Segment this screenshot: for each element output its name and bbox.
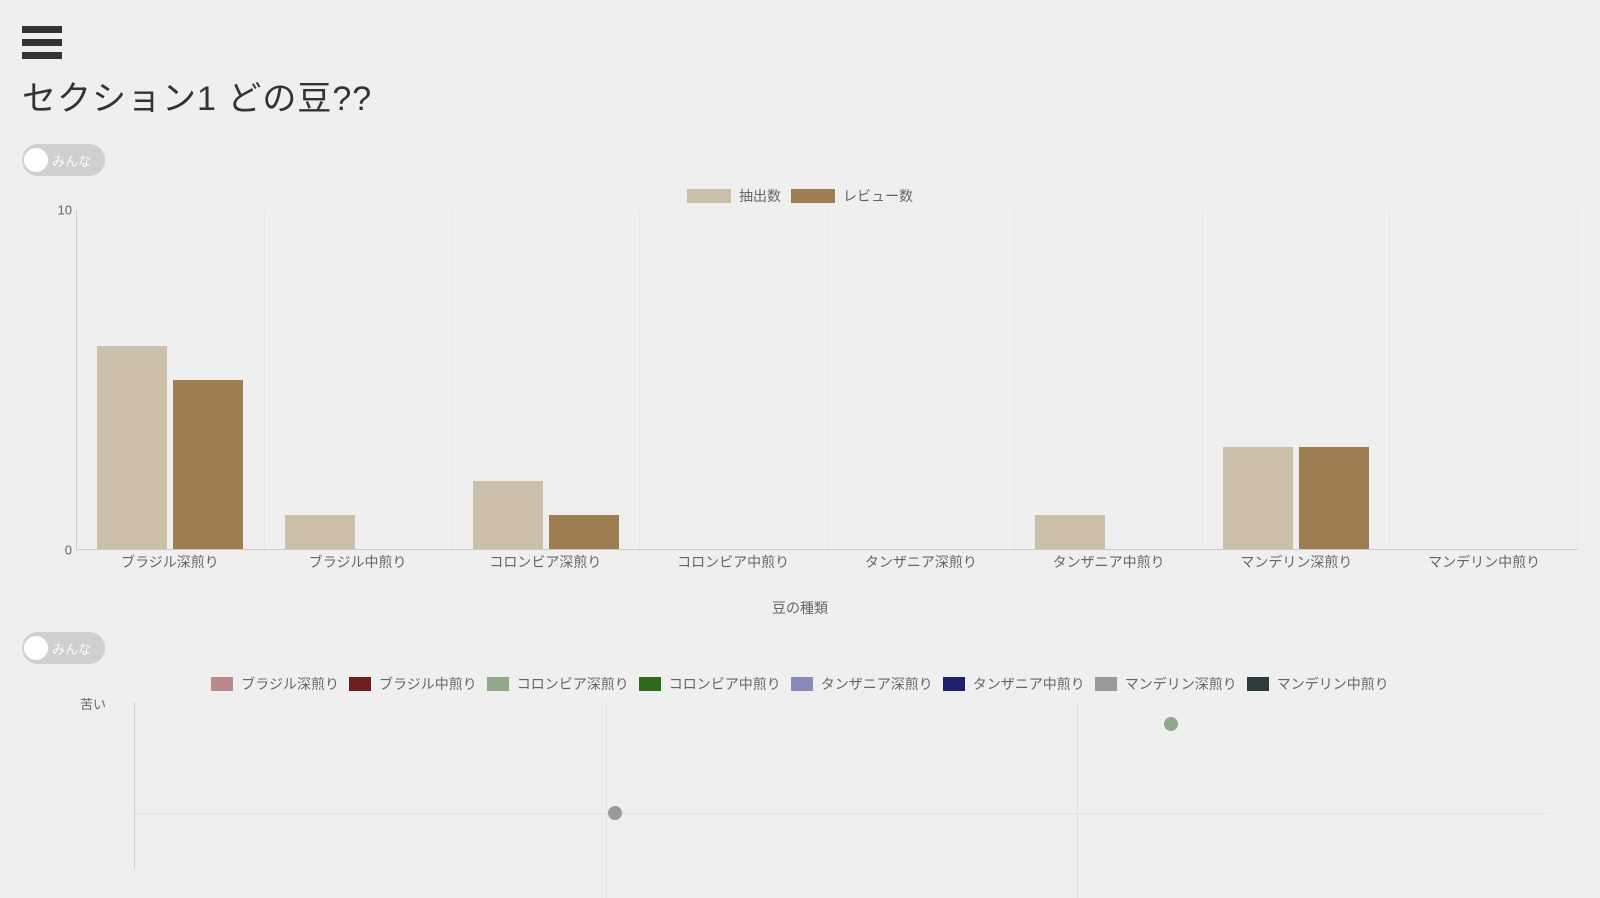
legend-item[interactable]: ブラジル中煎り xyxy=(349,674,477,694)
scatter-chart-plot-area xyxy=(134,702,1548,868)
legend-swatch xyxy=(943,677,965,691)
legend-label: タンザニア中煎り xyxy=(973,674,1085,694)
bar-chart-legend: 抽出数 レビュー数 xyxy=(22,186,1578,206)
legend-label: ブラジル中煎り xyxy=(379,674,477,694)
legend-item[interactable]: コロンビア深煎り xyxy=(487,674,629,694)
legend-label: コロンビア中煎り xyxy=(669,674,781,694)
legend-swatch xyxy=(791,189,835,203)
legend-swatch xyxy=(791,677,813,691)
legend-swatch xyxy=(211,677,233,691)
toggle-knob xyxy=(24,636,48,660)
legend-label: ブラジル深煎り xyxy=(241,674,339,694)
bar-category-column xyxy=(452,210,640,549)
scatter-chart-legend: ブラジル深煎り ブラジル中煎り コロンビア深煎り コロンビア中煎り タンザニア深煎り タン… xyxy=(22,674,1578,694)
legend-label: コロンビア深煎り xyxy=(517,674,629,694)
legend-swatch xyxy=(1095,677,1117,691)
legend-label: レビュー数 xyxy=(843,186,913,206)
legend-label: 抽出数 xyxy=(739,186,781,206)
legend-item[interactable]: コロンビア中煎り xyxy=(639,674,781,694)
bar[interactable] xyxy=(97,346,167,549)
x-tick-label: タンザニア中煎り xyxy=(1015,548,1203,572)
bar-chart-plot-area xyxy=(76,210,1578,550)
bar-chart: 10 0 ブラジル深煎りブラジル中煎りコロンビア深煎りコロンビア中煎りタンザニア… xyxy=(52,210,1578,570)
legend-item[interactable]: マンデリン深煎り xyxy=(1095,674,1237,694)
bar[interactable] xyxy=(473,481,543,549)
toggle-label: みんな xyxy=(52,151,91,170)
page-title: セクション1 どの豆?? xyxy=(22,71,1578,120)
bar-category-column xyxy=(828,210,1016,549)
bar[interactable] xyxy=(173,380,243,550)
bar-category-column xyxy=(265,210,453,549)
legend-item[interactable]: レビュー数 xyxy=(791,186,913,206)
legend-swatch xyxy=(487,677,509,691)
x-tick-label: コロンビア中煎り xyxy=(639,548,827,572)
x-tick-label: マンデリン中煎り xyxy=(1390,548,1578,572)
bar-category-column xyxy=(1203,210,1391,549)
legend-label: タンザニア深煎り xyxy=(821,674,933,694)
legend-label: マンデリン深煎り xyxy=(1125,674,1237,694)
all-users-toggle-2[interactable]: みんな xyxy=(22,632,105,664)
bar-category-column xyxy=(77,210,265,549)
bar[interactable] xyxy=(1035,515,1105,549)
legend-swatch xyxy=(349,677,371,691)
bar-chart-y-axis: 10 0 xyxy=(52,210,76,550)
scatter-h-gridline xyxy=(135,813,1548,814)
scatter-y-label-top: 苦い xyxy=(80,694,106,713)
legend-swatch xyxy=(639,677,661,691)
legend-item[interactable]: マンデリン中煎り xyxy=(1247,674,1389,694)
bar-chart-x-axis-title: 豆の種類 xyxy=(22,598,1578,618)
x-tick-label: ブラジル深煎り xyxy=(76,548,264,572)
bar-category-column xyxy=(1015,210,1203,549)
scatter-point[interactable] xyxy=(608,806,622,820)
x-tick-label: マンデリン深煎り xyxy=(1203,548,1391,572)
bar-category-column xyxy=(1390,210,1578,549)
legend-swatch xyxy=(1247,677,1269,691)
y-tick-min: 0 xyxy=(65,543,72,558)
bar[interactable] xyxy=(549,515,619,549)
legend-label: マンデリン中煎り xyxy=(1277,674,1389,694)
scatter-v-gridline xyxy=(606,702,607,898)
scatter-point[interactable] xyxy=(1164,717,1178,731)
x-tick-label: タンザニア深煎り xyxy=(827,548,1015,572)
x-tick-label: コロンビア深煎り xyxy=(452,548,640,572)
toggle-knob xyxy=(24,148,48,172)
x-tick-label: ブラジル中煎り xyxy=(264,548,452,572)
bar[interactable] xyxy=(285,515,355,549)
y-tick-max: 10 xyxy=(58,203,72,218)
hamburger-menu-icon[interactable] xyxy=(22,26,62,59)
legend-item[interactable]: タンザニア中煎り xyxy=(943,674,1085,694)
bar-category-column xyxy=(640,210,828,549)
bar-chart-x-labels: ブラジル深煎りブラジル中煎りコロンビア深煎りコロンビア中煎りタンザニア深煎りタン… xyxy=(76,548,1578,572)
legend-item[interactable]: ブラジル深煎り xyxy=(211,674,339,694)
bar[interactable] xyxy=(1223,447,1293,549)
legend-item[interactable]: タンザニア深煎り xyxy=(791,674,933,694)
scatter-v-gridline xyxy=(1077,702,1078,898)
toggle-label: みんな xyxy=(52,639,91,658)
legend-swatch xyxy=(687,189,731,203)
legend-item[interactable]: 抽出数 xyxy=(687,186,781,206)
all-users-toggle-1[interactable]: みんな xyxy=(22,144,105,176)
scatter-chart: 苦い xyxy=(102,698,1548,868)
bar[interactable] xyxy=(1299,447,1369,549)
